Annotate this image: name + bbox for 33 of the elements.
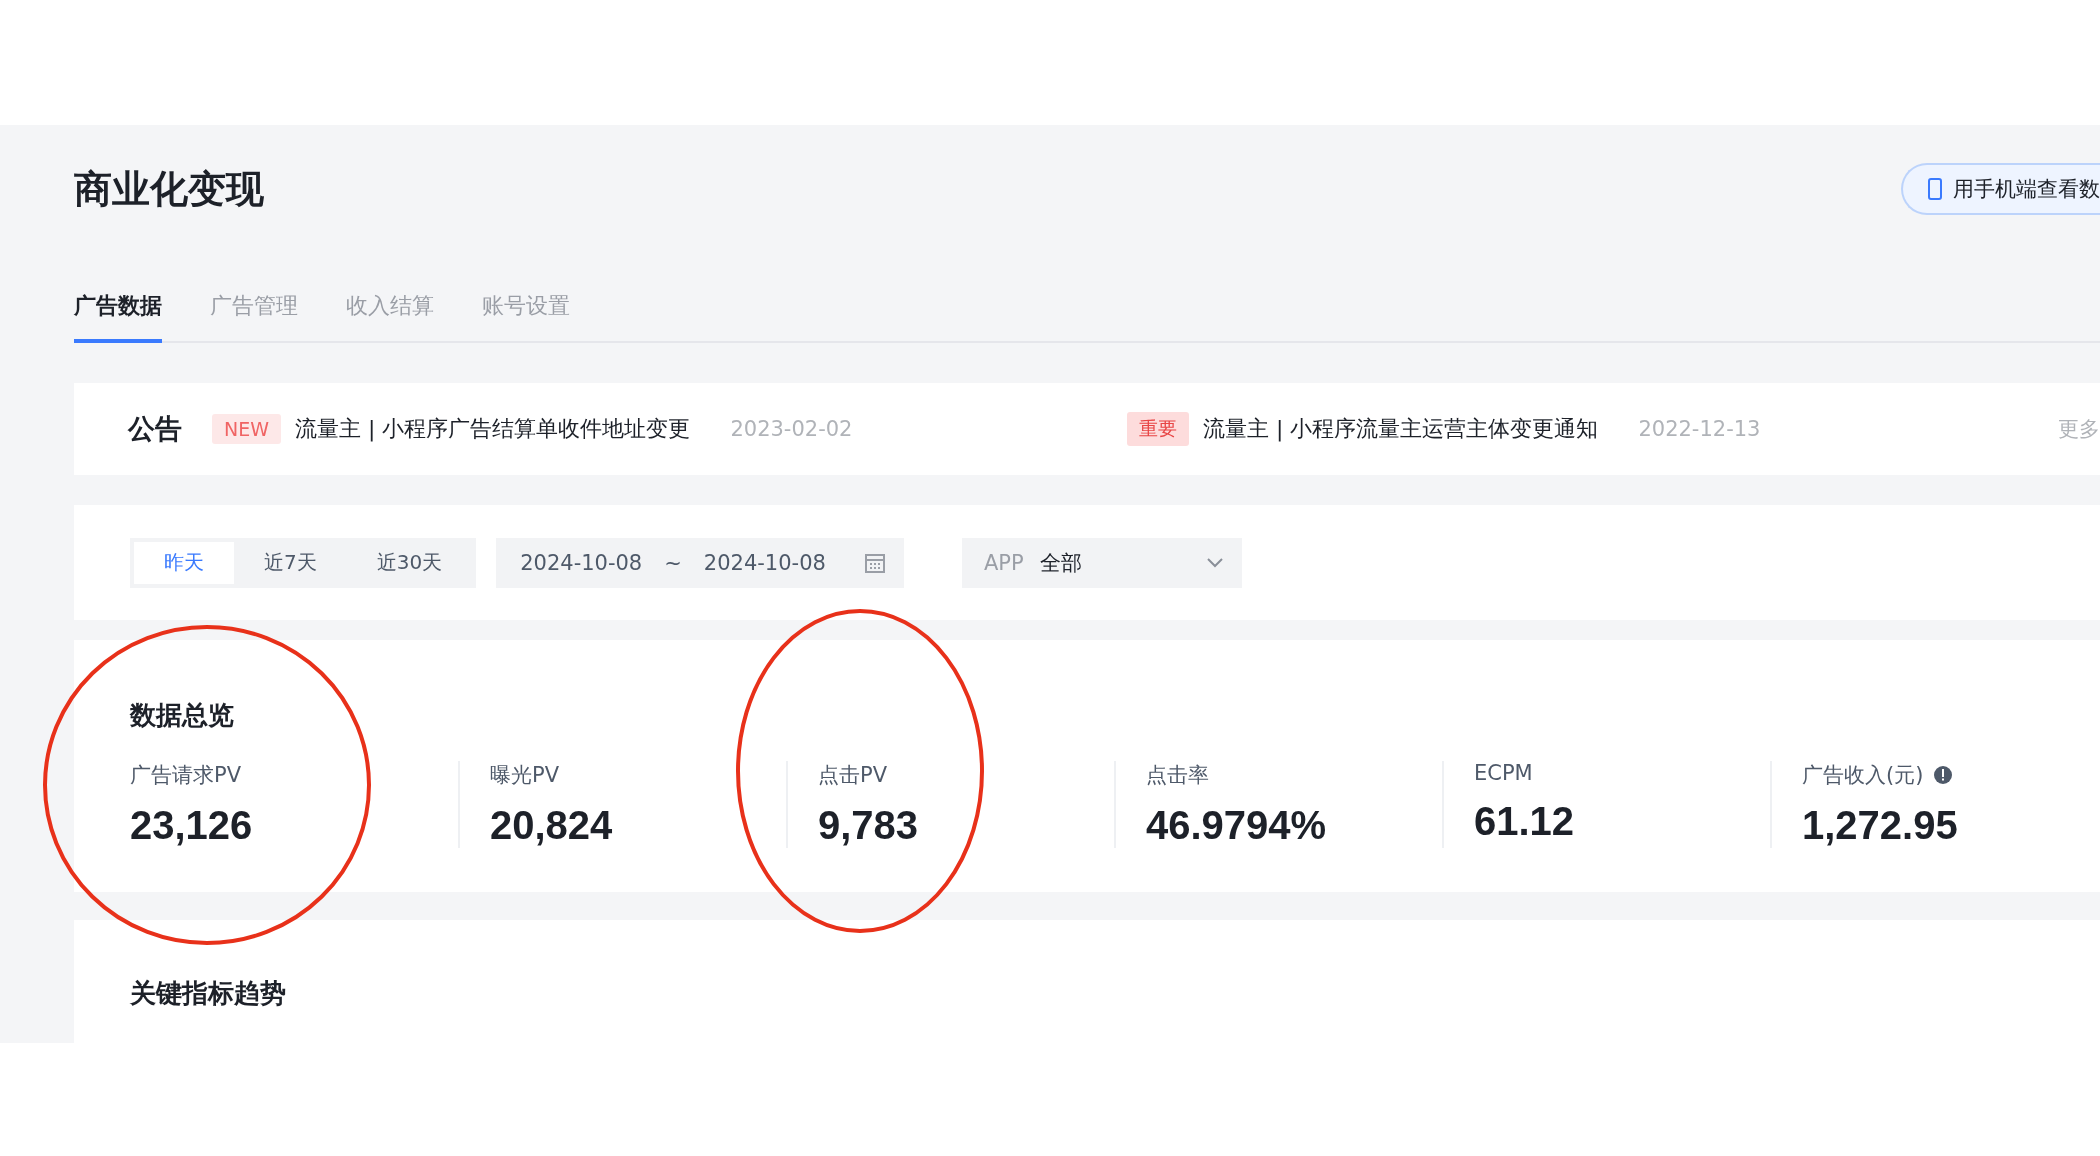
section-title: 关键指标趋势: [130, 977, 287, 1010]
metric-value: 9,783: [818, 803, 920, 848]
tab[interactable]: 广告数据: [74, 277, 162, 343]
metric-label: 点击率: [1146, 762, 1209, 789]
notice-label: 公告: [128, 412, 182, 446]
range-option[interactable]: 近30天: [346, 541, 473, 584]
app-select[interactable]: APP 全部: [961, 537, 1242, 588]
metric-label: ECPM: [1474, 761, 1533, 785]
date-range-field[interactable]: 2024-10-08 ~ 2024-10-08: [496, 537, 904, 588]
range-option[interactable]: 昨天: [134, 541, 234, 584]
info-icon: [1933, 765, 1954, 785]
section-title: 数据总览: [130, 699, 235, 732]
range-option[interactable]: 近7天: [234, 541, 347, 584]
metric-label: 广告收入(元): [1802, 762, 1924, 789]
metric-label: 广告请求PV: [130, 762, 242, 789]
page-title: 商业化变现: [74, 165, 264, 213]
chevron-down-icon: [1205, 556, 1224, 569]
notice-tag: 重要: [1127, 412, 1189, 446]
metric-label: 点击PV: [818, 762, 888, 789]
calendar-icon: [863, 551, 886, 574]
metric-value: 20,824: [490, 803, 614, 848]
metric-label: 曝光PV: [490, 762, 560, 789]
metric-value: 1,272.95: [1802, 803, 1959, 848]
notice-tag: NEW: [212, 414, 281, 444]
mobile-view-button[interactable]: 用手机端查看数: [1901, 163, 2100, 215]
notice-link[interactable]: 流量主 | 小程序流量主运营主体变更通知: [1203, 414, 1599, 444]
metric-value: 23,126: [130, 803, 254, 848]
notice-link[interactable]: 流量主 | 小程序广告结算单收件地址变更: [295, 414, 691, 444]
phone-icon: [1927, 177, 1943, 201]
notice-date: 2022-12-13: [1638, 417, 1761, 441]
metric-value: 61.12: [1474, 799, 1576, 844]
notice-date: 2023-02-02: [730, 417, 853, 441]
metric-value: 46.9794%: [1146, 803, 1328, 848]
